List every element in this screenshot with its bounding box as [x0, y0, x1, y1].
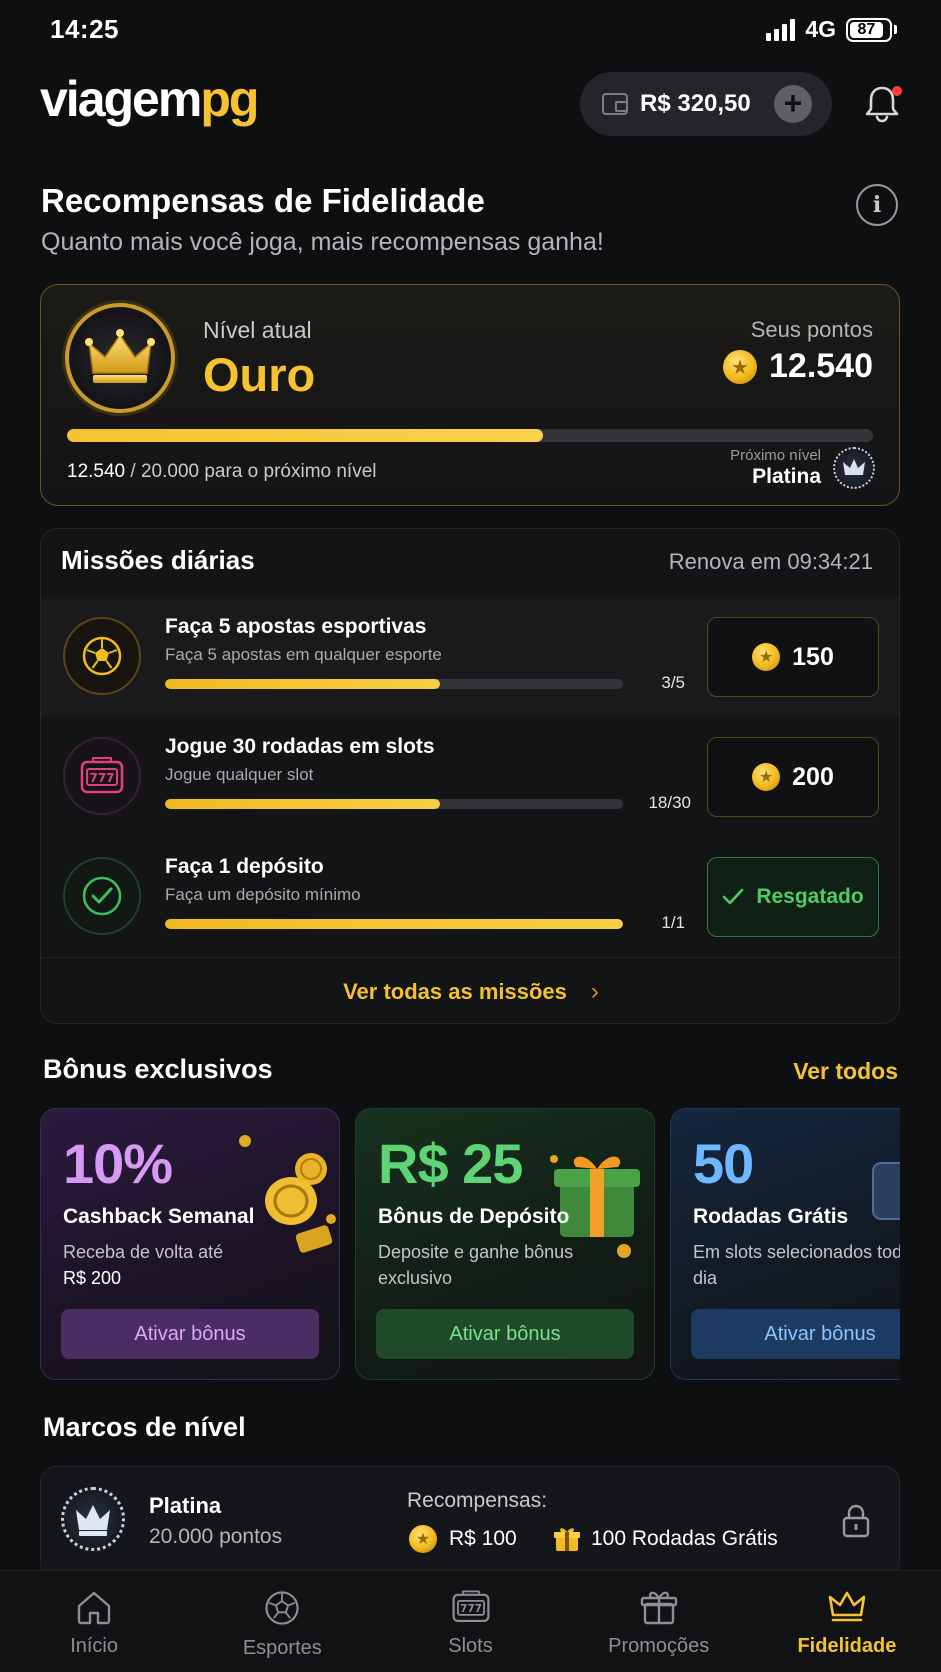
tab-fidelidade[interactable]: Fidelidade [753, 1571, 941, 1672]
mission-desc: Faça um depósito mínimo [165, 885, 361, 904]
milestone-points: 20.000 pontos [149, 1525, 283, 1548]
svg-text:777: 777 [460, 1603, 482, 1615]
bonus-value: R$ 25 [378, 1132, 523, 1195]
bonus-card-free-spins[interactable]: 50 Rodadas Grátis Em slots selecionados … [670, 1108, 900, 1380]
bonus-desc: Deposite e ganhe bônus exclusivo [378, 1242, 574, 1288]
mission-reward-button[interactable]: 200 [707, 737, 879, 817]
bonus-value: 10% [63, 1132, 173, 1195]
mission-count: 18/30 [648, 793, 691, 812]
bonus-name: Cashback Semanal [63, 1205, 255, 1228]
coin-icon [409, 1525, 437, 1553]
check-circle-icon [63, 857, 141, 935]
missions-title: Missões diárias [61, 545, 255, 575]
network-type: 4G [805, 16, 836, 42]
mission-reward-button[interactable]: 150 [707, 617, 879, 697]
gift-icon [554, 1528, 580, 1551]
tab-inicio[interactable]: Início [0, 1571, 188, 1672]
current-level-label: Nível atual [203, 317, 312, 343]
level-progress-text: 12.540 / 20.000 para o próximo nível [67, 461, 377, 482]
notification-dot [892, 86, 902, 96]
claimed-reward-button[interactable]: Resgatado [707, 857, 879, 937]
mission-title: Jogue 30 rodadas em slots [165, 735, 435, 758]
loyalty-level-card: Nível atual Ouro Seus pontos 12.540 12.5… [40, 284, 900, 506]
battery-level: 87 [850, 21, 883, 38]
mission-row[interactable]: 777 Jogue 30 rodadas em slots Jogue qual… [41, 717, 899, 837]
crown-icon [828, 1591, 866, 1622]
activate-bonus-button[interactable]: Ativar bônus [61, 1309, 319, 1359]
mission-row[interactable]: Faça 1 depósito Faça um depósito mínimo … [41, 837, 899, 957]
gold-crown-medal-icon [65, 303, 175, 413]
bottom-tab-bar: Início Esportes 777 Slots Promoções Fide… [0, 1570, 941, 1672]
slot-machine-icon: 777 [452, 1590, 489, 1623]
see-all-bonus-link[interactable]: Ver todos [793, 1058, 898, 1085]
bonus-desc: Em slots selecionados todo dia [693, 1242, 900, 1288]
bonus-name: Bônus de Depósito [378, 1205, 570, 1228]
mission-progress-bar [165, 919, 623, 929]
mission-desc: Jogue qualquer slot [165, 765, 314, 784]
points-label: Seus pontos [750, 317, 873, 342]
mission-row[interactable]: Faça 5 apostas esportivas Faça 5 apostas… [41, 597, 899, 717]
current-level-name: Ouro [203, 348, 316, 401]
slot-machine-icon: 777 [63, 737, 141, 815]
tab-promocoes[interactable]: Promoções [565, 1571, 753, 1672]
signal-icon [766, 18, 796, 41]
chevron-right-icon: › [590, 977, 599, 1005]
soccer-ball-icon [63, 617, 141, 695]
mission-desc: Faça 5 apostas em qualquer esporte [165, 645, 442, 664]
balance-amount: R$ 320,50 [640, 90, 751, 117]
coin-icon [752, 763, 781, 791]
status-time: 14:25 [50, 14, 119, 44]
status-bar: 14:25 4G 87 [0, 0, 941, 60]
milestone-rewards-label: Recompensas: [407, 1489, 548, 1512]
wallet-balance[interactable]: R$ 320,50 + [580, 72, 832, 136]
notification-bell-icon[interactable] [864, 84, 902, 124]
mission-count: 3/5 [661, 673, 685, 692]
platinum-crown-icon [61, 1487, 125, 1551]
home-icon [77, 1591, 111, 1625]
mission-title: Faça 5 apostas esportivas [165, 615, 427, 638]
mission-progress-bar [165, 679, 623, 689]
next-level-label: Próximo nível [730, 447, 821, 464]
mission-title: Faça 1 depósito [165, 855, 324, 878]
coin-icon [752, 643, 781, 671]
lock-icon [841, 1503, 871, 1544]
platinum-crown-icon [833, 447, 875, 489]
mission-progress-bar [165, 799, 623, 809]
app-logo[interactable]: viagempg [40, 70, 259, 128]
mission-count: 1/1 [661, 913, 685, 932]
bonus-value: 50 [693, 1132, 754, 1195]
slot-machine-icon [872, 1162, 900, 1220]
activate-bonus-button[interactable]: Ativar bônus [691, 1309, 900, 1359]
milestone-reward-cash: R$ 100 [409, 1525, 517, 1553]
see-all-missions-link[interactable]: Ver todas as missões › [41, 957, 899, 1023]
bonus-card-cashback[interactable]: 10% Cashback Semanal Receba de volta até… [40, 1108, 340, 1380]
bonus-card-deposit[interactable]: R$ 25 Bônus de Depósito Deposite e ganhe… [355, 1108, 655, 1380]
daily-missions-card: Missões diárias Renova em 09:34:21 Faça … [40, 528, 900, 1024]
milestone-row[interactable]: Platina 20.000 pontos Recompensas: R$ 10… [40, 1466, 900, 1578]
battery-icon: 87 [846, 17, 897, 42]
milestone-reward-spins: 100 Rodadas Grátis [553, 1525, 778, 1553]
milestones-section-title: Marcos de nível [43, 1412, 246, 1442]
milestone-name: Platina [149, 1493, 222, 1518]
coin-icon [723, 349, 757, 384]
level-progress-bar [67, 429, 873, 442]
activate-bonus-button[interactable]: Ativar bônus [376, 1309, 634, 1359]
next-level-name: Platina [752, 465, 821, 488]
soccer-ball-icon [265, 1591, 299, 1625]
bonus-desc: Receba de volta até R$ 200 [63, 1242, 224, 1288]
tab-esportes[interactable]: Esportes [188, 1571, 376, 1672]
deposit-plus-button[interactable]: + [774, 85, 812, 123]
page-title: Recompensas de Fidelidade [41, 182, 485, 219]
missions-renew-timer: Renova em 09:34:21 [668, 549, 873, 574]
svg-text:777: 777 [89, 771, 114, 785]
bonus-name: Rodadas Grátis [693, 1205, 849, 1228]
tab-slots[interactable]: 777 Slots [376, 1571, 564, 1672]
check-icon [723, 888, 744, 905]
wallet-icon [602, 93, 628, 115]
gift-icon [640, 1591, 677, 1625]
info-icon[interactable]: i [856, 184, 898, 226]
bonus-section-title: Bônus exclusivos [43, 1054, 273, 1084]
page-subtitle: Quanto mais você joga, mais recompensas … [41, 228, 604, 256]
points-value: 12.540 [723, 347, 873, 386]
